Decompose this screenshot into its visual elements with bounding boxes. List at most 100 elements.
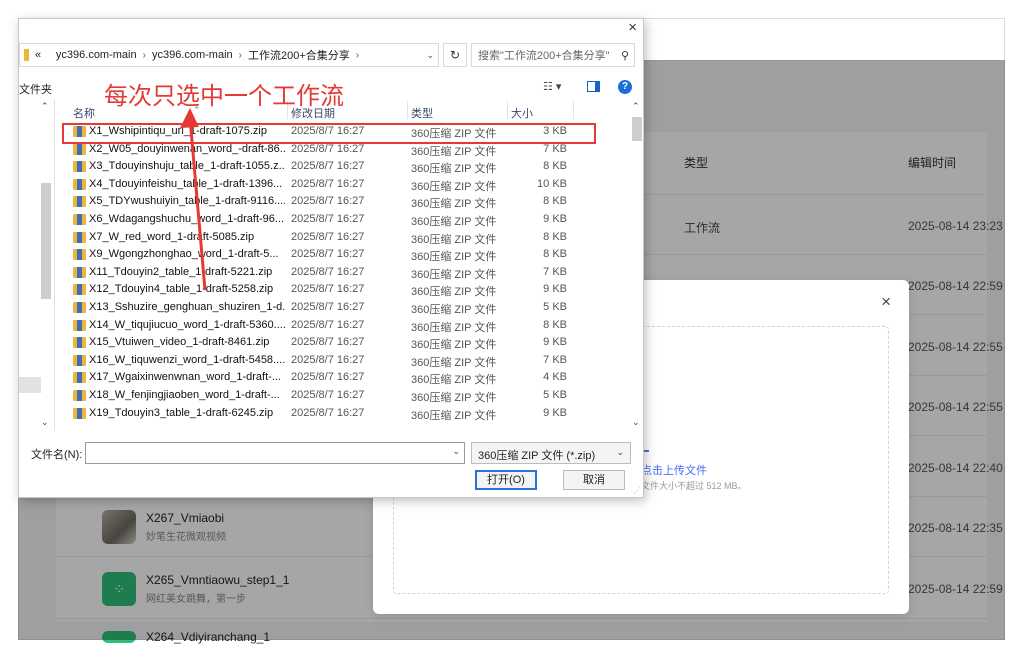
cancel-button[interactable]: 取消 <box>563 470 625 490</box>
chevron-down-icon: ⌄ <box>616 447 624 457</box>
search-box[interactable]: 搜索"工作流200+合集分享" ⚲ <box>471 43 635 67</box>
zip-file-icon <box>73 319 86 331</box>
file-date: 2025/8/7 16:27 <box>291 142 365 155</box>
file-date: 2025/8/7 16:27 <box>291 160 365 173</box>
workflow-node-icon <box>102 631 136 643</box>
file-row[interactable]: X4_Tdouyinfeishu_table_1-draft-1396... 20… <box>61 176 631 194</box>
nav-selected-item[interactable] <box>19 377 41 393</box>
breadcrumb-segment[interactable]: yc396.com-main <box>152 49 233 61</box>
scroll-up-icon[interactable]: ⌃ <box>41 101 49 112</box>
search-placeholder: 搜索"工作流200+合集分享" <box>478 50 610 62</box>
column-header-edit-time[interactable]: 编辑时间 <box>908 154 956 171</box>
breadcrumb-overflow[interactable]: « <box>35 49 41 61</box>
file-row[interactable]: X18_W_fenjingjiaoben_word_1-draft-... 202… <box>61 387 631 405</box>
file-row[interactable]: X9_Wgongzhonghao_word_1-draft-5... 2025/8… <box>61 246 631 264</box>
file-row[interactable]: X15_Vtuiwen_video_1-draft-8461.zip 2025/8… <box>61 334 631 352</box>
file-name: X5_TDYwushuiyin_table_1-draft-9116.... <box>89 195 285 208</box>
folder-icon <box>24 49 29 61</box>
workflow-thumbnail <box>102 510 136 544</box>
workflow-item[interactable]: ⁘ X265_Vmntiaowu_step1_1 网红美女跳舞，第一步 <box>102 572 289 606</box>
zip-file-icon <box>73 213 86 225</box>
chevron-down-icon[interactable]: ⌄ <box>426 50 434 61</box>
scrollbar-thumb[interactable] <box>632 117 642 141</box>
nav-scrollbar-thumb[interactable] <box>41 183 51 299</box>
file-type: 360压缩 ZIP 文件 <box>411 374 497 387</box>
file-type-value: 360压缩 ZIP 文件 (*.zip) <box>478 450 596 462</box>
row-edit-time: 2025-08-14 22:40 <box>908 461 1003 475</box>
search-icon[interactable]: ⚲ <box>621 49 629 62</box>
file-row[interactable]: X13_Sshuzire_genghuan_shuziren_1-d... 202… <box>61 299 631 317</box>
scroll-down-icon[interactable]: ⌄ <box>41 417 49 428</box>
file-size: 9 KB <box>543 212 567 225</box>
file-type-select[interactable]: 360压缩 ZIP 文件 (*.zip) ⌄ <box>471 442 631 464</box>
file-type: 360压缩 ZIP 文件 <box>411 391 497 404</box>
address-bar[interactable]: « yc396.com-main › yc396.com-main › 工作流2… <box>19 43 439 67</box>
scroll-up-icon[interactable]: ⌃ <box>632 101 640 112</box>
file-name: X9_Wgongzhonghao_word_1-draft-5... <box>89 248 279 261</box>
file-date: 2025/8/7 16:27 <box>291 212 365 225</box>
breadcrumb-segment[interactable]: 工作流200+合集分享 <box>248 47 350 63</box>
dialog-close-button[interactable]: × <box>628 19 637 36</box>
workflow-item[interactable]: X264_Vdiyiranchang_1 <box>102 630 270 644</box>
file-row[interactable]: X12_Tdouyin4_table_1-draft-5258.zip 2025/… <box>61 281 631 299</box>
file-row[interactable]: X16_W_tiquwenzi_word_1-draft-5458.... 202… <box>61 352 631 370</box>
workflow-title: X265_Vmntiaowu_step1_1 <box>146 573 290 587</box>
scroll-down-icon[interactable]: ⌄ <box>632 417 640 428</box>
upload-file-link[interactable]: 点击上传文件 <box>641 462 707 478</box>
column-size[interactable]: 大小 <box>511 105 533 121</box>
file-row[interactable]: X17_Wgaixinwenwnan_word_1-draft-... 2025/… <box>61 369 631 387</box>
open-button[interactable]: 打开(O) <box>475 470 537 490</box>
file-name: X3_Tdouyinshuju_table_1-draft-1055.z... <box>89 160 285 173</box>
modal-close-button[interactable]: × <box>881 292 891 312</box>
file-row[interactable]: X6_Wdagangshuchu_word_1-draft-96... 2025/… <box>61 211 631 229</box>
file-size: 7 KB <box>543 353 567 366</box>
file-size: 9 KB <box>543 336 567 349</box>
file-size: 5 KB <box>543 300 567 313</box>
file-type: 360压缩 ZIP 文件 <box>411 215 497 228</box>
preview-pane-icon[interactable] <box>587 81 600 92</box>
workflow-subtitle: 妙笔生花微观视频 <box>146 532 226 543</box>
file-date: 2025/8/7 16:27 <box>291 195 365 208</box>
screen: 类型 编辑时间 工作流 2025-08-14 23:23 2025-08-14 … <box>0 0 1024 660</box>
file-row[interactable]: X14_W_tiqujiucuo_word_1-draft-5360.... 20… <box>61 317 631 335</box>
column-name[interactable]: 名称 <box>73 105 95 121</box>
refresh-button[interactable]: ↻ <box>443 43 467 67</box>
file-date: 2025/8/7 16:27 <box>291 336 365 349</box>
file-row[interactable]: X19_Tdouyin3_table_1-draft-6245.zip 2025/… <box>61 405 631 423</box>
resize-grip-icon[interactable]: ⋰ <box>633 486 641 495</box>
highlight-box <box>62 123 596 144</box>
column-divider <box>573 101 574 119</box>
file-date: 2025/8/7 16:27 <box>291 353 365 366</box>
file-row[interactable]: X11_Tdouyin2_table_1-draft-5221.zip 2025/… <box>61 264 631 282</box>
filename-label: 文件名(N): <box>31 449 83 461</box>
file-type: 360压缩 ZIP 文件 <box>411 163 497 176</box>
file-size: 8 KB <box>543 248 567 261</box>
file-type: 360压缩 ZIP 文件 <box>411 356 497 369</box>
workflow-item[interactable]: X267_Vmiaobi 妙笔生花微观视频 <box>102 510 226 544</box>
new-folder-button[interactable]: 文件夹 <box>19 81 52 97</box>
zip-file-icon <box>73 266 86 278</box>
file-name: X13_Sshuzire_genghuan_shuziren_1-d... <box>89 300 285 313</box>
file-type: 360压缩 ZIP 文件 <box>411 409 497 422</box>
row-edit-time: 2025-08-14 22:35 <box>908 521 1003 535</box>
chevron-right-icon: › <box>238 49 242 61</box>
file-row[interactable]: X5_TDYwushuiyin_table_1-draft-9116.... 20… <box>61 193 631 211</box>
file-date: 2025/8/7 16:27 <box>291 406 365 419</box>
file-row[interactable]: X7_W_red_word_1-draft-5085.zip 2025/8/7 1… <box>61 229 631 247</box>
file-list-scrollbar[interactable]: ⌃ ⌄ <box>631 99 643 431</box>
column-header-type[interactable]: 类型 <box>684 154 708 171</box>
file-type: 360压缩 ZIP 文件 <box>411 321 497 334</box>
help-icon[interactable]: ? <box>618 80 632 94</box>
chevron-right-icon: › <box>142 49 146 61</box>
file-type: 360压缩 ZIP 文件 <box>411 180 497 193</box>
column-type[interactable]: 类型 <box>411 105 433 121</box>
file-row[interactable]: X3_Tdouyinshuju_table_1-draft-1055.z... 2… <box>61 158 631 176</box>
row-edit-time: 2025-08-14 22:55 <box>908 340 1003 354</box>
navigation-pane[interactable]: ⌃ ⌄ <box>19 99 55 431</box>
file-name: X17_Wgaixinwenwnan_word_1-draft-... <box>89 371 281 384</box>
chevron-down-icon[interactable]: ⌄ <box>452 446 460 457</box>
view-options-icon[interactable]: ☷ ▾ <box>543 80 561 93</box>
breadcrumb-segment[interactable]: yc396.com-main <box>56 49 137 61</box>
filename-input[interactable]: ⌄ <box>85 442 465 464</box>
row-type: 工作流 <box>684 221 721 235</box>
